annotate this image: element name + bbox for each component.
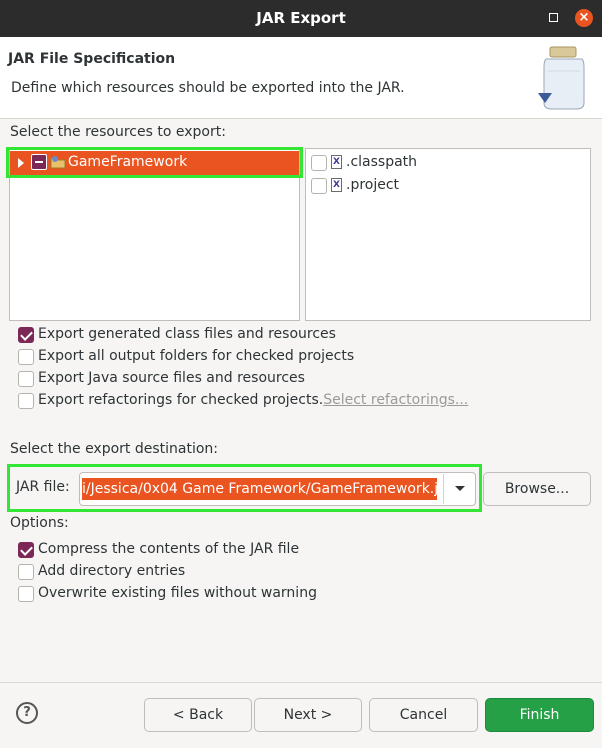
export-source-files-checkbox[interactable] (18, 371, 34, 387)
file-list-panel[interactable] (305, 148, 591, 321)
finish-button[interactable]: Finish (485, 698, 594, 732)
cancel-button[interactable]: Cancel (369, 698, 478, 732)
export-class-files-label[interactable]: Export generated class files and resourc… (38, 326, 336, 342)
xml-file-icon: X (331, 178, 342, 192)
export-source-files-label[interactable]: Export Java source files and resources (38, 370, 305, 386)
footer-divider (0, 682, 602, 683)
browse-button[interactable]: Browse... (483, 472, 591, 506)
export-output-folders-label[interactable]: Export all output folders for checked pr… (38, 348, 354, 364)
select-refactorings-link[interactable]: Select refactorings... (323, 392, 468, 408)
title-bar: JAR Export × (0, 0, 602, 37)
compress-label[interactable]: Compress the contents of the JAR file (38, 541, 299, 557)
wizard-header: JAR File Specification Define which reso… (0, 37, 602, 119)
xml-file-icon: X (331, 155, 342, 169)
jar-icon (538, 46, 585, 110)
file-item-classpath[interactable]: .classpath (346, 154, 417, 170)
export-output-folders-checkbox[interactable] (18, 349, 34, 365)
page-title: JAR File Specification (8, 51, 176, 67)
overwrite-label[interactable]: Overwrite existing files without warning (38, 585, 317, 601)
page-description: Define which resources should be exporte… (11, 80, 405, 96)
next-button[interactable]: Next > (254, 698, 362, 732)
file-item-project[interactable]: .project (346, 177, 399, 193)
export-class-files-checkbox[interactable] (18, 327, 34, 343)
overwrite-checkbox[interactable] (18, 586, 34, 602)
options-label: Options: (10, 515, 69, 531)
resources-label: Select the resources to export: (10, 124, 226, 140)
back-button[interactable]: < Back (144, 698, 252, 732)
export-refactorings-checkbox[interactable] (18, 393, 34, 409)
destination-label: Select the export destination: (10, 441, 219, 457)
compress-checkbox[interactable] (18, 542, 34, 558)
help-icon[interactable]: ? (16, 702, 38, 724)
classpath-checkbox[interactable] (311, 155, 327, 171)
maximize-icon[interactable] (549, 13, 558, 22)
directory-entries-checkbox[interactable] (18, 564, 34, 580)
close-icon[interactable]: × (575, 9, 593, 27)
directory-entries-label[interactable]: Add directory entries (38, 563, 185, 579)
tree-highlight-box (6, 147, 303, 178)
window-title: JAR Export (256, 9, 346, 27)
jar-file-highlight-box (7, 464, 482, 512)
project-checkbox[interactable] (311, 178, 327, 194)
export-refactorings-label[interactable]: Export refactorings for checked projects… (38, 392, 468, 408)
